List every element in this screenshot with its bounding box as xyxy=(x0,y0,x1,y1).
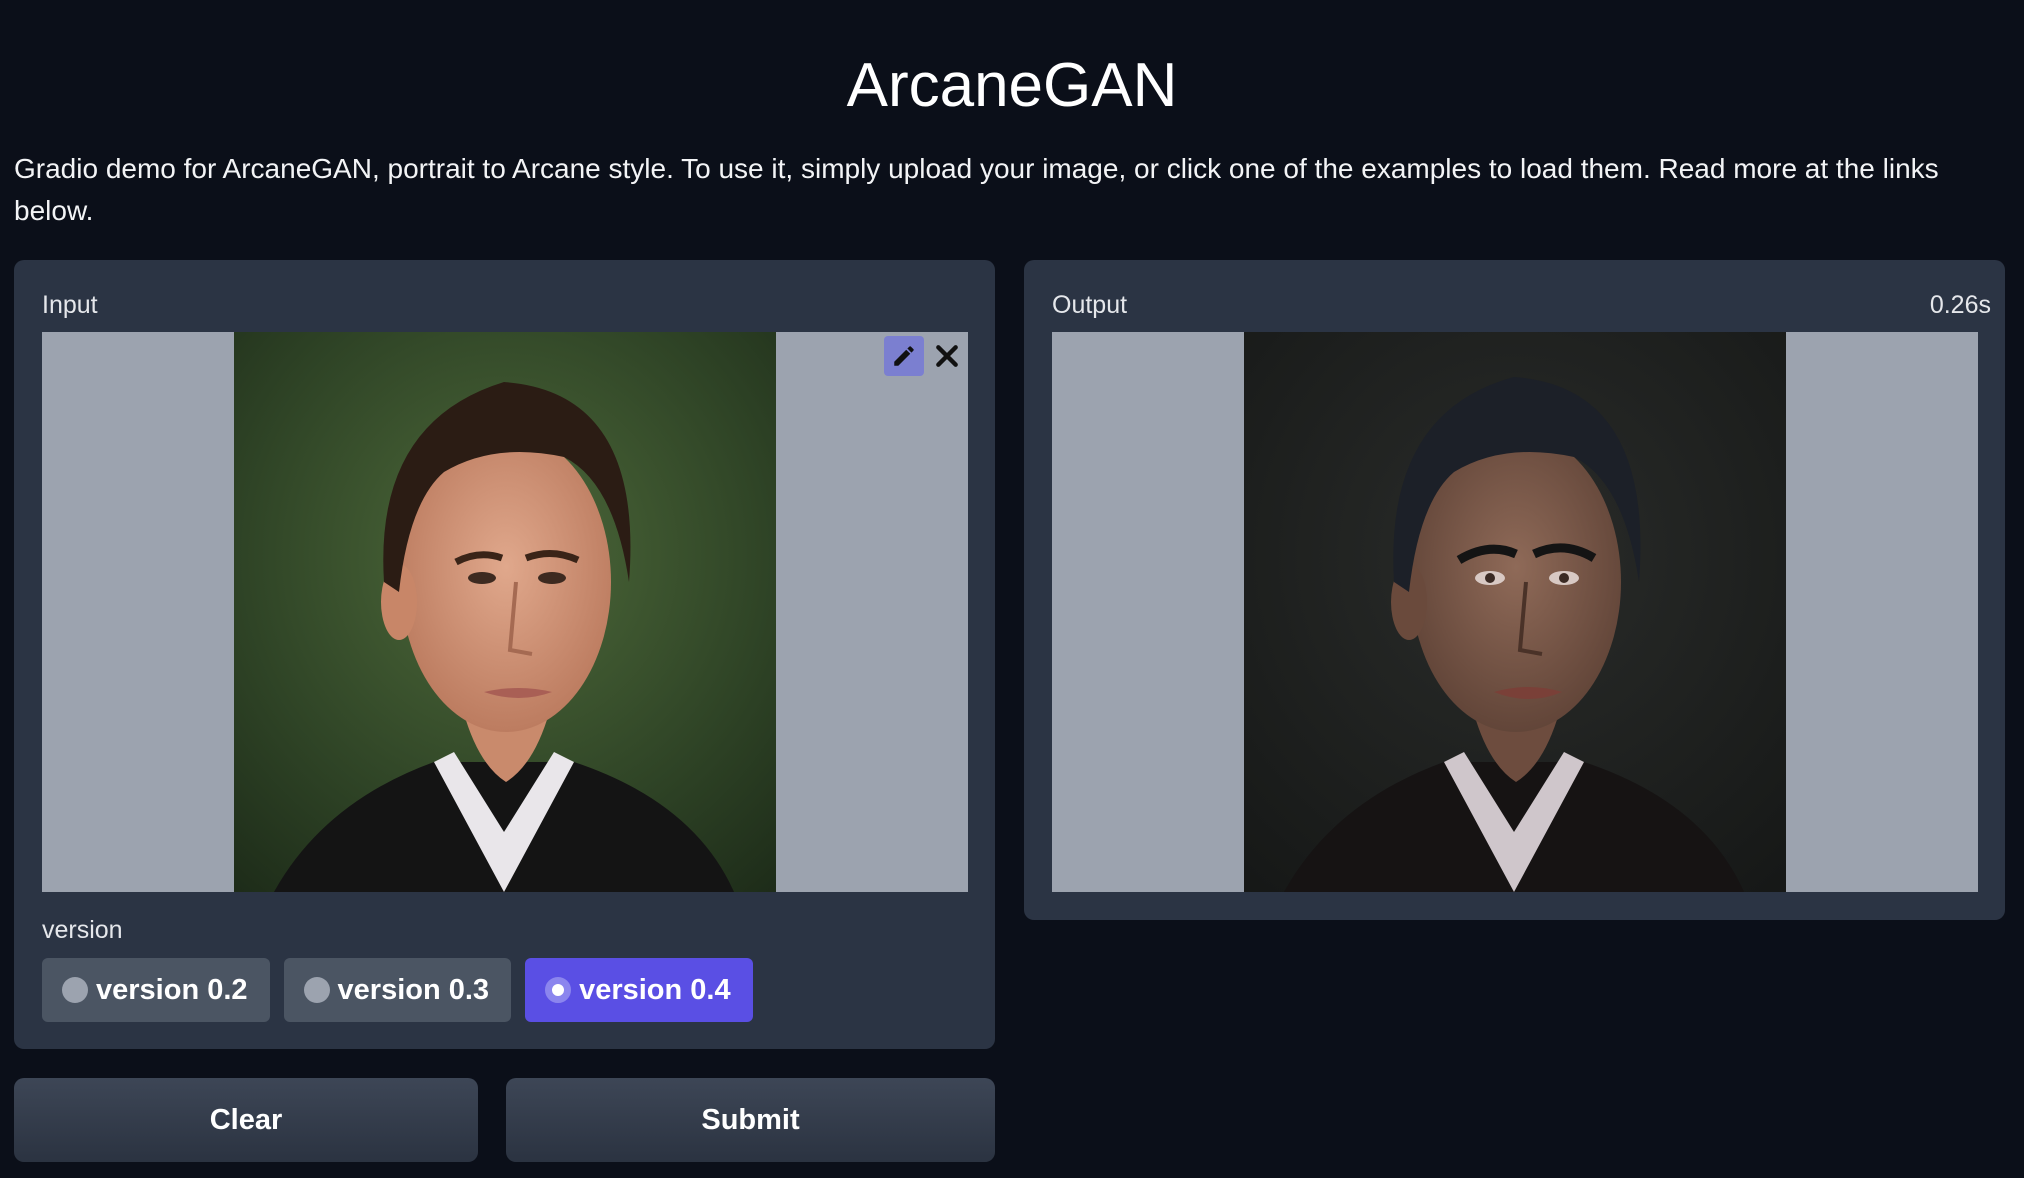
pencil-icon xyxy=(894,346,914,366)
edit-image-button[interactable] xyxy=(884,336,924,376)
input-panel: Input version version 0.2 version 0.3 ve… xyxy=(14,260,995,1049)
remove-image-button[interactable] xyxy=(927,336,967,376)
output-image-area xyxy=(1052,332,1978,892)
inference-time: 0.26s xyxy=(1929,291,1991,319)
app-page: ArcaneGAN Gradio demo for ArcaneGAN, por… xyxy=(0,0,2024,1178)
radio-version-0-3[interactable]: version 0.3 xyxy=(283,958,512,1022)
clear-button[interactable]: Clear xyxy=(14,1078,478,1162)
radio-label: version 0.4 xyxy=(579,973,731,1006)
radio-label: version 0.2 xyxy=(96,973,248,1006)
output-panel: Output 0.26s xyxy=(1024,260,2005,920)
submit-button[interactable]: Submit xyxy=(506,1078,995,1162)
output-label: Output xyxy=(1052,291,1128,319)
version-label: version xyxy=(42,916,123,944)
page-description: Gradio demo for ArcaneGAN, portrait to A… xyxy=(14,153,1939,226)
radio-version-0-2[interactable]: version 0.2 xyxy=(42,958,270,1022)
page-title: ArcaneGAN xyxy=(846,51,1178,120)
close-icon xyxy=(936,345,958,367)
input-label: Input xyxy=(42,291,98,319)
input-portrait-image xyxy=(234,332,776,892)
input-image-area[interactable] xyxy=(42,332,968,892)
radio-indicator xyxy=(303,977,330,1003)
radio-label: version 0.3 xyxy=(337,973,490,1006)
radio-indicator-selected xyxy=(545,977,572,1003)
radio-indicator xyxy=(62,977,88,1003)
output-portrait-image xyxy=(1244,332,1786,892)
radio-version-0-4[interactable]: version 0.4 xyxy=(525,958,753,1022)
version-radio-group: version 0.2 version 0.3 version 0.4 xyxy=(42,958,753,1022)
